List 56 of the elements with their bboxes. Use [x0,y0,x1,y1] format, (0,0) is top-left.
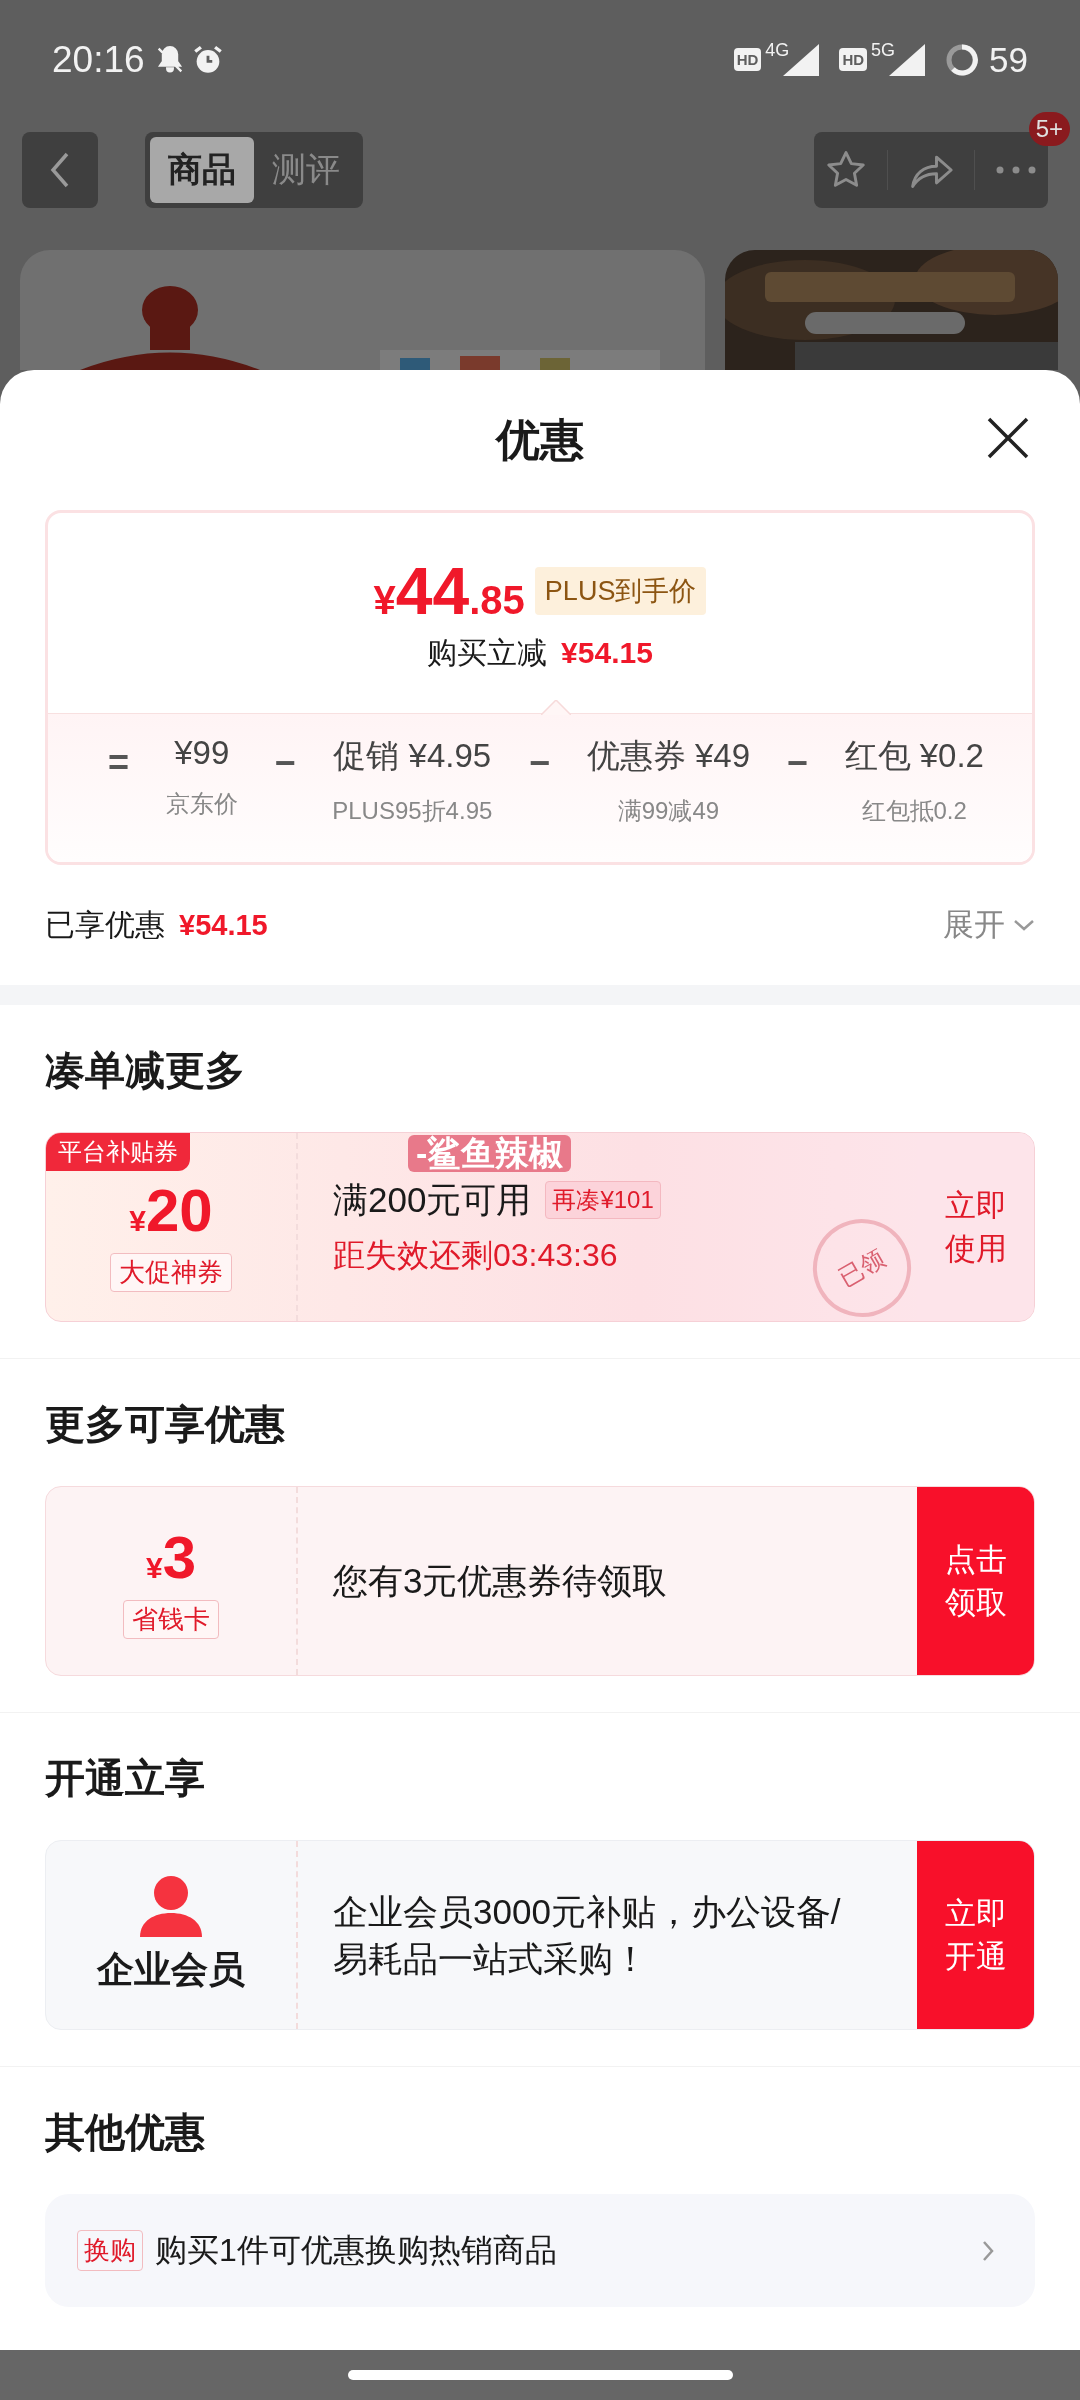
breakdown-amount: 红包 ¥0.2 [844,736,984,776]
nav-tab[interactable]: 商品 [150,137,254,203]
saved-label: 已享优惠 [45,906,165,943]
claim-button[interactable]: 点击领取 [917,1487,1034,1675]
section-title: 开通立享 [45,1755,206,1802]
close-icon[interactable] [986,416,1030,460]
reduction-amount: ¥54.15 [561,636,653,670]
banner-text: -鲨鱼辣椒 [408,1135,572,1173]
offer-badge: 省钱卡 [123,1600,219,1639]
battery-icon [945,42,980,77]
price-tag: PLUS到手价 [534,566,707,615]
hd-badge: HD [839,48,868,71]
expand-toggle[interactable]: 展开 [943,904,1035,946]
section-title: 凑单减更多 [45,1047,246,1094]
membership-label: 企业会员 [97,1948,245,1992]
back-icon [49,150,71,190]
person-icon [138,1875,204,1937]
breakdown-note: 红包抵0.2 [861,796,967,826]
operator-sign: − [529,742,551,784]
sheet-title: 优惠 [496,413,584,466]
breakdown-note: PLUS95折4.95 [332,796,493,826]
countdown-text: 距失效还剩03:43:36 [333,1235,618,1275]
section-title: 其他优惠 [45,2109,206,2156]
network-label: 5G [871,40,896,61]
chevron-down-icon [1013,918,1035,932]
trade-in-text: 购买1件可优惠换购热销商品 [155,2230,557,2270]
nav-tab[interactable]: 测评 [254,137,358,203]
activate-button[interactable]: 立即开通 [917,1841,1034,2029]
final-price: ¥44.85 [373,552,525,629]
network-label: 4G [765,40,790,61]
offer-text: 您有3元优惠券待领取 [333,1559,669,1602]
coupon-value: ¥20 [129,1176,213,1245]
reduction-label: 购买立减 [427,634,548,671]
battery-level: 59 [989,39,1028,80]
trade-in-row[interactable]: 换购 购买1件可优惠换购热销商品 [45,2194,1035,2307]
breakdown-amount: ¥99 [174,734,230,772]
hd-badge: HD [733,48,762,71]
operator-sign: − [274,742,296,784]
coupon-badge: 大促神券 [110,1253,232,1292]
membership-text: 企业会员3000元补贴，办公设备/易耗品一站式采购！ [333,1890,842,1980]
coupon-tag: 平台补贴券 [46,1133,190,1171]
offer-value: ¥3 [145,1523,197,1592]
operator-sign: − [786,742,808,784]
section-title: 更多可享优惠 [45,1401,286,1448]
status-time: 20:16 [52,38,145,81]
breakdown-note: 满99减49 [617,796,720,826]
trade-in-tag: 换购 [77,2230,143,2271]
notification-badge: 5+ [1028,112,1070,146]
back-button[interactable] [22,132,98,208]
operator-sign: = [108,742,130,784]
coupon-condition: 满200元可用 [333,1178,532,1221]
breakdown-note: 京东价 [165,789,238,819]
extra-amount-tag: 再凑¥101 [545,1181,661,1219]
breakdown-amount: 促销 ¥4.95 [333,736,492,776]
saved-amount: ¥54.15 [179,908,268,942]
breakdown-amount: 优惠券 ¥49 [586,736,751,776]
